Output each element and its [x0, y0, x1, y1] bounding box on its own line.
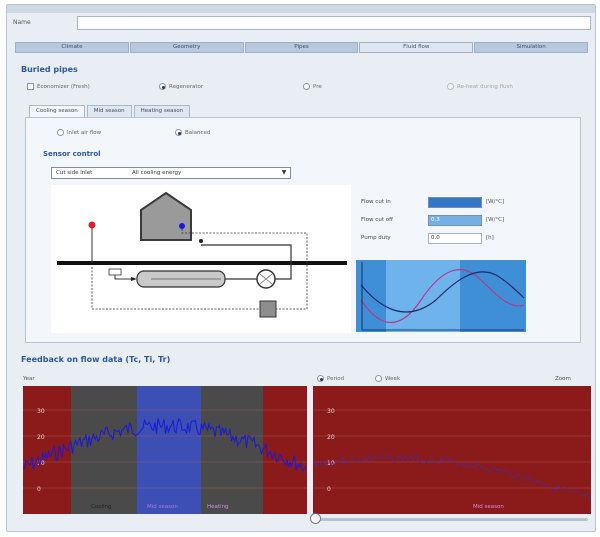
y-tick-label: 30 — [37, 408, 45, 415]
annual-flow-plot[interactable]: 30 20 10 0 Cooling Mid season Heating — [22, 386, 307, 514]
week-radio[interactable]: Week — [375, 375, 400, 382]
mode-radios: Inlet air flow Balanced — [57, 129, 587, 139]
y-tick-label: 10 — [327, 460, 335, 467]
balanced-radio[interactable]: Balanced — [175, 129, 210, 136]
reheat-label: Re-heat during flush — [457, 83, 513, 90]
name-row: Name — [11, 16, 591, 30]
indoor-point-icon — [199, 239, 203, 243]
param-input-pump-duty[interactable]: 0.0 — [428, 233, 482, 244]
annual-flow-svg: 30 20 10 0 Cooling Mid season Heating — [22, 386, 307, 514]
time-slider-knob[interactable] — [310, 513, 321, 524]
system-diagram-svg — [57, 191, 347, 318]
system-diagram — [51, 185, 351, 333]
zoom-flow-plot[interactable]: 30 20 10 0 Mid season — [312, 386, 592, 514]
title-strip — [7, 5, 595, 13]
week-label: Week — [385, 375, 401, 382]
year-label: Year — [23, 376, 35, 382]
y-tick-label: 20 — [327, 434, 335, 441]
param-input-cut-off[interactable]: 0.3 — [428, 215, 482, 226]
air-intake-icon — [108, 268, 122, 276]
period-radio[interactable]: Period — [317, 375, 344, 382]
name-input[interactable] — [77, 16, 591, 30]
outdoor-sensor-icon — [88, 221, 96, 229]
balanced-label: Balanced — [185, 129, 211, 136]
tab-simulation[interactable]: Simulation — [474, 42, 588, 53]
subtab-cooling-season[interactable]: Cooling season — [29, 105, 85, 117]
period-label: Period — [327, 375, 345, 382]
reheat-radio[interactable]: Re-heat during flush — [447, 83, 513, 90]
chevron-down-icon[interactable]: ▼ — [279, 169, 289, 177]
subtab-heating-season[interactable]: Heating season — [133, 105, 191, 117]
caption-mid-season: Mid season — [147, 504, 178, 510]
y-tick-label: 0 — [327, 486, 331, 493]
main-window: Name Climate Geometry Pipes Fluid flow S… — [6, 4, 596, 532]
subtab-mid-season[interactable]: Mid season — [86, 105, 132, 117]
pre-radio-dot[interactable] — [303, 83, 310, 90]
sensor-curve-svg — [356, 260, 526, 332]
buried-pipes-title: Buried pipes — [21, 65, 78, 74]
inlet-air-flow-dot[interactable] — [57, 129, 64, 136]
season-band-selected — [137, 386, 201, 514]
zoom-plot-bg — [313, 386, 591, 514]
pre-label: Pre — [313, 83, 322, 90]
sensor-control-title: Sensor control — [43, 150, 101, 158]
inlet-air-flow-label: Inlet air flow — [67, 129, 102, 136]
indoor-sensor-icon — [179, 223, 185, 229]
name-label: Name — [13, 19, 31, 26]
param-unit-cut-in: [W/°C] — [486, 199, 505, 205]
control-box-icon — [259, 300, 277, 318]
tab-climate[interactable]: Climate — [15, 42, 129, 53]
y-tick-label: 0 — [37, 486, 41, 493]
economizer-checkbox[interactable]: Economizer (Fresh) — [27, 83, 90, 90]
caption-heating: Heating — [207, 504, 229, 510]
param-unit-pump-duty: [h] — [486, 235, 494, 241]
economizer-checkbox-box[interactable] — [27, 83, 34, 90]
param-label-pump-duty: Pump duty — [361, 235, 391, 241]
control-dropdown[interactable]: Cut side inlet All cooling energy ▼ — [51, 167, 291, 179]
reheat-radio-dot[interactable] — [447, 83, 454, 90]
balanced-dot[interactable] — [175, 129, 182, 136]
y-tick-label: 30 — [327, 408, 335, 415]
tab-fluid-flow[interactable]: Fluid flow — [359, 42, 474, 53]
air-intake-duct — [114, 275, 131, 280]
dropdown-right-text: All cooling energy — [132, 170, 182, 176]
regenerator-radio[interactable]: Regenerator — [159, 83, 203, 90]
zoom-label: Zoom — [555, 376, 571, 382]
param-unit-cut-off: [W/°C] — [486, 217, 505, 223]
inlet-air-flow-radio[interactable]: Inlet air flow — [57, 129, 101, 136]
arrow-right-icon — [131, 277, 137, 281]
param-label-cut-off: Flow cut off — [361, 217, 393, 223]
dropdown-left-text: Cut side inlet — [56, 170, 93, 176]
economizer-label: Economizer (Fresh) — [37, 83, 90, 90]
param-label-cut-in: Flow cut in — [361, 199, 391, 205]
regenerator-radio-dot[interactable] — [159, 83, 166, 90]
feedback-title: Feedback on flow data (Tc, Ti, Tr) — [21, 355, 171, 364]
caption-cooling: Cooling — [91, 504, 112, 510]
tab-geometry[interactable]: Geometry — [129, 42, 244, 53]
period-dot[interactable] — [317, 375, 324, 382]
y-tick-label: 20 — [37, 434, 45, 441]
regenerator-label: Regenerator — [169, 83, 204, 90]
param-input-cut-in[interactable] — [428, 197, 482, 208]
season-subtabs: Cooling season Mid season Heating season — [29, 105, 191, 117]
sensor-curve-plot — [356, 260, 526, 332]
tab-pipes[interactable]: Pipes — [244, 42, 359, 53]
caption-zoom-mid-season: Mid season — [473, 504, 504, 510]
ground-line — [57, 261, 347, 265]
pre-radio[interactable]: Pre — [303, 83, 322, 90]
week-dot[interactable] — [375, 375, 382, 382]
zoom-flow-svg: 30 20 10 0 Mid season — [312, 386, 592, 514]
buried-pipes-options: Economizer (Fresh) Regenerator Pre Re-he… — [27, 83, 557, 93]
main-tabs: Climate Geometry Pipes Fluid flow Simula… — [15, 42, 589, 53]
time-slider-track[interactable] — [313, 518, 588, 521]
